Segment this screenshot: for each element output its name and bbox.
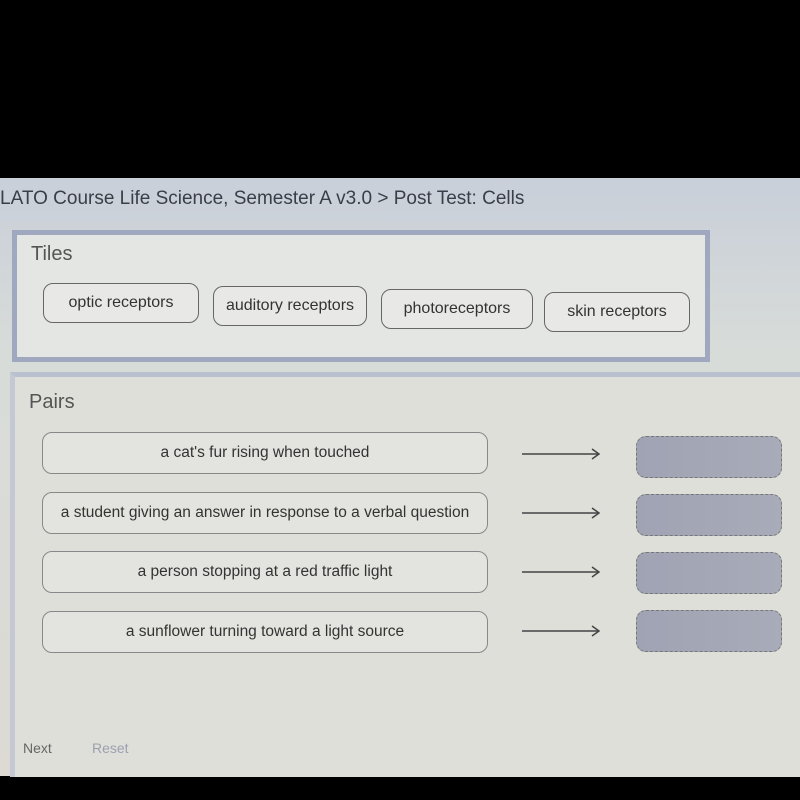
pair-prompt: a cat's fur rising when touched xyxy=(42,432,488,474)
tile-skin-receptors[interactable]: skin receptors xyxy=(544,292,690,332)
tile-photoreceptors[interactable]: photoreceptors xyxy=(381,289,533,329)
pair-prompt: a person stopping at a red traffic light xyxy=(42,551,488,593)
right-arrow-icon xyxy=(522,507,601,519)
right-arrow-icon xyxy=(522,566,601,578)
tile-auditory-receptors[interactable]: auditory receptors xyxy=(213,286,367,326)
tiles-title: Tiles xyxy=(31,243,73,265)
breadcrumb: LATO Course Life Science, Semester A v3.… xyxy=(0,188,525,209)
drop-target[interactable] xyxy=(636,610,782,652)
pair-prompt: a student giving an answer in response t… xyxy=(42,492,488,534)
next-button[interactable]: Next xyxy=(23,740,52,756)
tiles-panel: Tiles optic receptors auditory receptors… xyxy=(12,230,710,362)
right-arrow-icon xyxy=(522,625,601,637)
reset-button[interactable]: Reset xyxy=(92,740,129,756)
tile-optic-receptors[interactable]: optic receptors xyxy=(43,283,199,323)
drop-target[interactable] xyxy=(636,494,782,536)
pair-prompt: a sunflower turning toward a light sourc… xyxy=(42,611,488,653)
drop-target[interactable] xyxy=(636,436,782,478)
drop-target[interactable] xyxy=(636,552,782,594)
right-arrow-icon xyxy=(522,448,601,460)
pairs-title: Pairs xyxy=(29,391,75,413)
